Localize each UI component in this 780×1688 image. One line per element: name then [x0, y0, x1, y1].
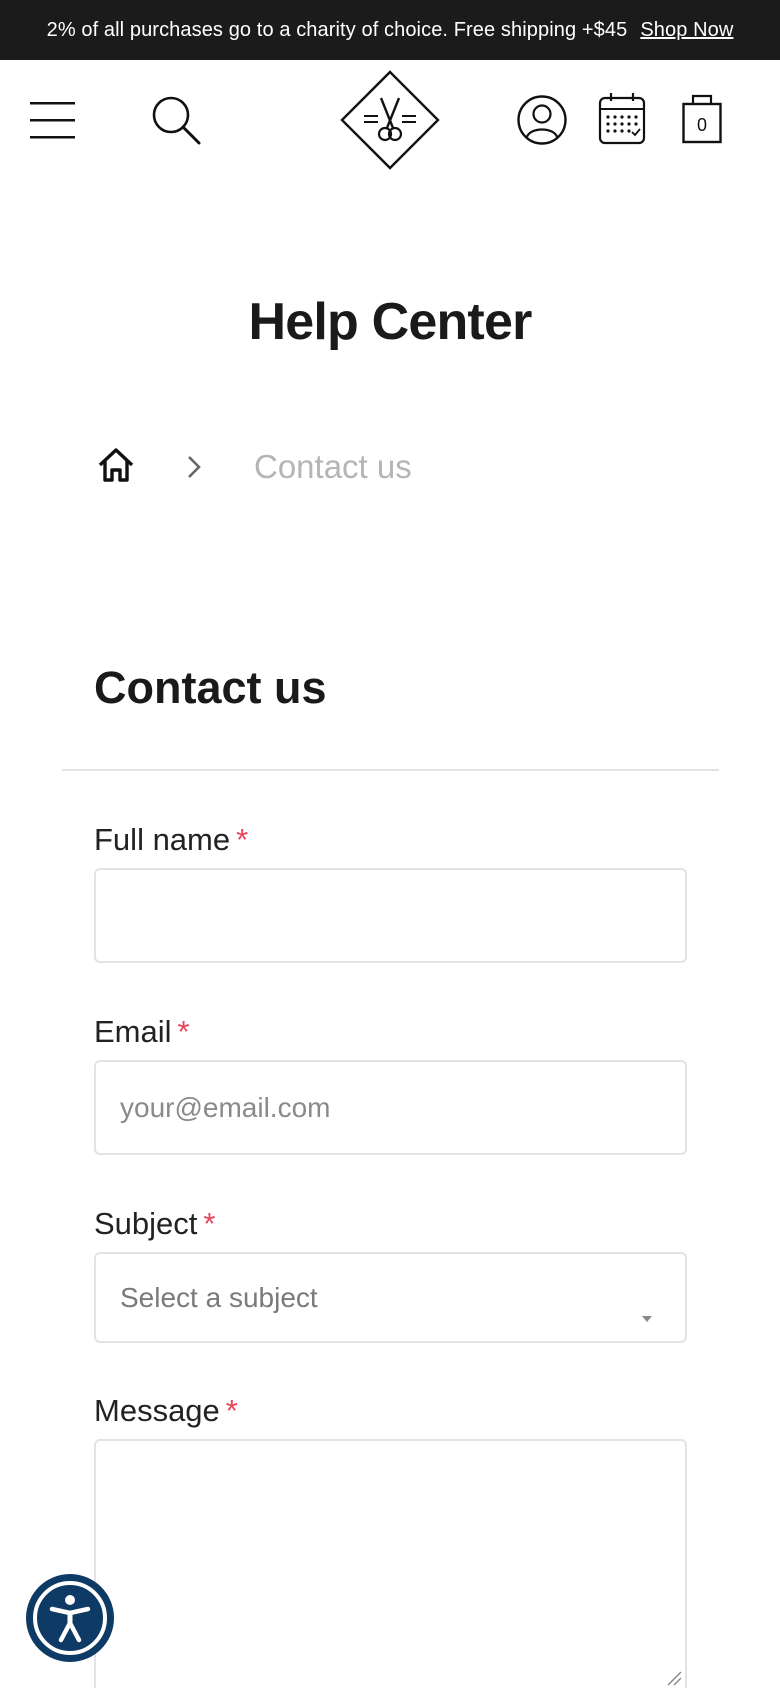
announcement-text: 2% of all purchases go to a charity of c…	[46, 18, 628, 41]
subject-selected-value: Select a subject	[120, 1281, 318, 1313]
shop-now-link[interactable]: Shop Now	[640, 19, 733, 42]
required-mark: *	[177, 1014, 190, 1049]
required-mark: *	[203, 1206, 216, 1241]
announcement-bar: 2% of all purchases go to a charity of c…	[0, 0, 780, 60]
divider	[62, 769, 719, 771]
caret-down-icon	[641, 1298, 653, 1330]
logo-scissors[interactable]	[340, 70, 440, 170]
full-name-label: Full name *	[94, 822, 248, 858]
required-mark: *	[225, 1393, 238, 1428]
message-textarea[interactable]	[94, 1439, 687, 1688]
home-icon[interactable]	[96, 446, 136, 489]
email-input[interactable]	[94, 1060, 687, 1155]
chevron-right-icon	[186, 454, 202, 485]
breadcrumb: Contact us	[96, 440, 696, 492]
accessibility-button[interactable]	[26, 1574, 114, 1662]
search-icon[interactable]	[150, 94, 202, 146]
full-name-label-text: Full name	[94, 822, 231, 857]
email-label-text: Email	[94, 1014, 172, 1049]
breadcrumb-current: Contact us	[254, 448, 412, 485]
cart-icon[interactable]: 0	[682, 94, 722, 144]
accessibility-icon	[33, 1581, 107, 1655]
resize-grip-icon[interactable]	[664, 1668, 682, 1688]
site-header: 0	[0, 60, 780, 180]
calendar-icon[interactable]	[598, 92, 646, 146]
email-label: Email *	[94, 1014, 190, 1050]
subject-select[interactable]: Select a subject	[94, 1252, 687, 1343]
message-label-text: Message	[94, 1393, 220, 1428]
message-label: Message *	[94, 1393, 238, 1429]
full-name-input[interactable]	[94, 868, 687, 963]
subject-label: Subject *	[94, 1206, 215, 1242]
required-mark: *	[236, 822, 249, 857]
subject-label-text: Subject	[94, 1206, 198, 1241]
page-title: Help Center	[248, 293, 532, 351]
cart-count: 0	[696, 114, 707, 135]
form-title: Contact us	[94, 662, 327, 713]
account-icon[interactable]	[516, 94, 568, 146]
menu-icon[interactable]	[30, 100, 76, 140]
